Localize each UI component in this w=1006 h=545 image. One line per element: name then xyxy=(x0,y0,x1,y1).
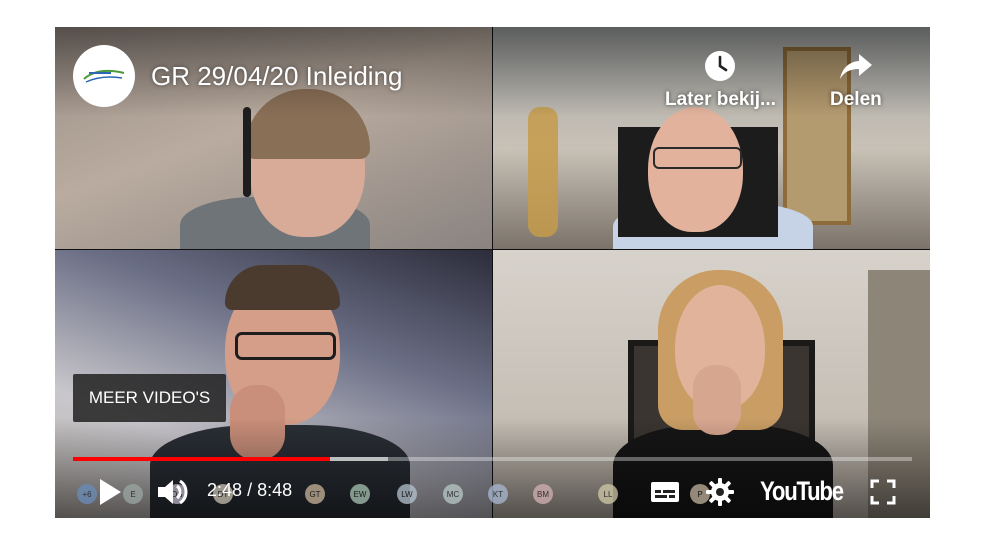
participant-initials-badge: EW xyxy=(350,484,370,504)
volume-icon xyxy=(158,479,188,505)
channel-logo-icon xyxy=(83,70,125,83)
time-display: 2:48 / 8:48 xyxy=(207,480,292,501)
more-videos-button[interactable]: MEER VIDEO'S xyxy=(73,374,226,422)
channel-logo[interactable] xyxy=(73,45,135,107)
fullscreen-button[interactable] xyxy=(863,472,903,512)
progress-played xyxy=(73,457,330,461)
youtube-logo[interactable]: YouTube xyxy=(760,476,844,507)
glasses xyxy=(235,332,336,360)
video-title[interactable]: GR 29/04/20 Inleiding xyxy=(151,61,403,92)
time-separator: / xyxy=(247,480,253,500)
participant-initials-badge: LW xyxy=(397,484,417,504)
participant-initials-badge: MC xyxy=(443,484,463,504)
subtitles-icon xyxy=(651,482,679,502)
clock-icon xyxy=(704,49,736,83)
duration: 8:48 xyxy=(257,480,293,500)
participant-initials-badge: BM xyxy=(533,484,553,504)
watch-later-label: Later bekij... xyxy=(665,89,776,110)
current-time: 2:48 xyxy=(207,480,243,500)
participant-initials-badge: GT xyxy=(305,484,325,504)
settings-button[interactable] xyxy=(700,472,740,512)
play-icon xyxy=(100,479,121,505)
headset xyxy=(243,107,251,197)
watch-later-button[interactable]: Later bekij... xyxy=(665,49,776,111)
glasses xyxy=(653,147,742,169)
share-button[interactable]: Delen xyxy=(830,49,882,111)
participant-initials-badge: KT xyxy=(488,484,508,504)
video-player[interactable]: GR 29/04/20 Inleiding Later bekij... Del… xyxy=(55,27,930,518)
subtitles-button[interactable] xyxy=(645,472,685,512)
progress-bar[interactable] xyxy=(73,457,912,461)
fullscreen-icon xyxy=(870,479,896,505)
participant-hair xyxy=(225,265,340,310)
play-button[interactable] xyxy=(93,472,127,512)
participant-initials-badge: LL xyxy=(598,484,618,504)
trombone xyxy=(528,107,558,237)
share-label: Delen xyxy=(830,89,882,110)
gear-icon xyxy=(706,478,734,506)
player-controls: +6 E DS DT GT EW LW MC KT BM LL P 2:48 / 8:48 xyxy=(55,472,930,512)
mute-button[interactable] xyxy=(153,472,193,512)
participant-head xyxy=(648,107,743,232)
share-arrow-icon xyxy=(839,49,873,83)
